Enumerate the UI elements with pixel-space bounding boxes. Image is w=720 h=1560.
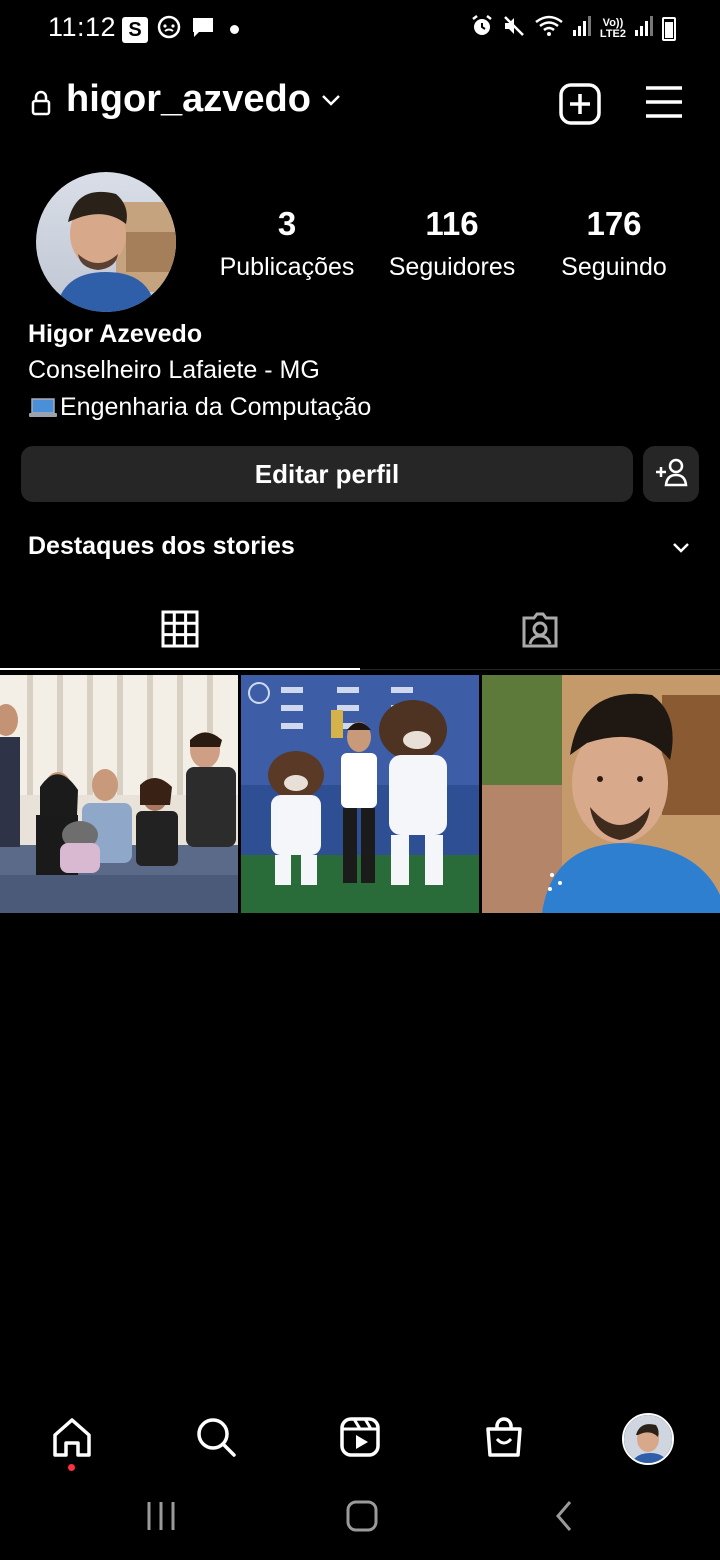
post-thumbnail[interactable] bbox=[0, 675, 238, 913]
recent-apps-button[interactable] bbox=[146, 1498, 176, 1539]
reels-icon bbox=[338, 1415, 382, 1464]
status-time: 11:12 bbox=[48, 12, 117, 42]
profile-avatar[interactable] bbox=[36, 172, 176, 312]
stat-following[interactable]: 176 Seguindo bbox=[529, 205, 699, 282]
face-icon bbox=[156, 14, 182, 45]
chevron-down-icon[interactable] bbox=[320, 92, 342, 113]
discover-people-button[interactable] bbox=[643, 446, 699, 502]
grid-icon bbox=[161, 610, 199, 668]
nav-home[interactable] bbox=[42, 1414, 102, 1464]
edit-profile-button[interactable]: Editar perfil bbox=[21, 446, 633, 502]
s-app-icon: S bbox=[122, 16, 148, 43]
mute-icon bbox=[502, 14, 526, 43]
laptop-icon bbox=[28, 397, 58, 419]
status-bar: 11:12 S Vo)) LTE2 bbox=[0, 0, 720, 58]
search-icon bbox=[194, 1415, 238, 1464]
tagged-person-icon bbox=[520, 610, 560, 669]
create-post-button[interactable] bbox=[558, 82, 602, 131]
posts-count: 3 bbox=[277, 205, 297, 242]
bottom-navigation bbox=[0, 1400, 720, 1480]
stat-posts[interactable]: 3 Publicações bbox=[202, 205, 372, 282]
story-highlights-title[interactable]: Destaques dos stories bbox=[28, 532, 295, 561]
notification-dot-icon bbox=[230, 25, 239, 34]
nav-profile[interactable] bbox=[618, 1413, 678, 1465]
profile-avatar-small bbox=[622, 1413, 674, 1465]
following-count: 176 bbox=[586, 205, 642, 242]
signal-icon bbox=[572, 14, 592, 43]
tab-tagged[interactable] bbox=[360, 596, 720, 670]
lock-icon bbox=[30, 90, 52, 121]
shop-icon bbox=[482, 1415, 526, 1464]
following-label: Seguindo bbox=[561, 253, 667, 281]
battery-icon bbox=[662, 16, 676, 41]
home-icon bbox=[50, 1415, 94, 1464]
followers-count: 116 bbox=[425, 205, 479, 242]
home-system-button[interactable] bbox=[344, 1498, 380, 1539]
menu-button[interactable] bbox=[644, 84, 684, 125]
message-icon bbox=[190, 14, 216, 45]
tab-posts-grid[interactable] bbox=[0, 596, 360, 670]
full-name: Higor Azevedo bbox=[28, 320, 203, 348]
home-notification-dot bbox=[68, 1464, 75, 1471]
network-type: Vo)) LTE2 bbox=[599, 16, 626, 40]
chevron-down-icon[interactable] bbox=[670, 540, 692, 561]
post-thumbnail[interactable] bbox=[241, 675, 479, 913]
system-navigation bbox=[0, 1480, 720, 1560]
back-button[interactable] bbox=[552, 1498, 576, 1539]
bio-course: Engenharia da Computação bbox=[28, 393, 371, 422]
posts-label: Publicações bbox=[219, 253, 355, 281]
bio-location: Conselheiro Lafaiete - MG bbox=[28, 356, 320, 384]
wifi-icon bbox=[534, 14, 564, 43]
nav-shop[interactable] bbox=[474, 1414, 534, 1464]
stat-followers[interactable]: 116 Seguidores bbox=[367, 205, 537, 282]
nav-search[interactable] bbox=[186, 1414, 246, 1464]
post-thumbnail[interactable] bbox=[482, 675, 720, 913]
followers-label: Seguidores bbox=[388, 253, 516, 281]
alarm-icon bbox=[470, 14, 494, 43]
add-person-icon bbox=[654, 457, 688, 492]
profile-header: higor_azvedo bbox=[0, 70, 720, 134]
bio-course-text: Engenharia da Computação bbox=[60, 393, 372, 421]
username[interactable]: higor_azvedo bbox=[66, 78, 311, 121]
signal-2-icon bbox=[634, 14, 654, 43]
nav-reels[interactable] bbox=[330, 1414, 390, 1464]
